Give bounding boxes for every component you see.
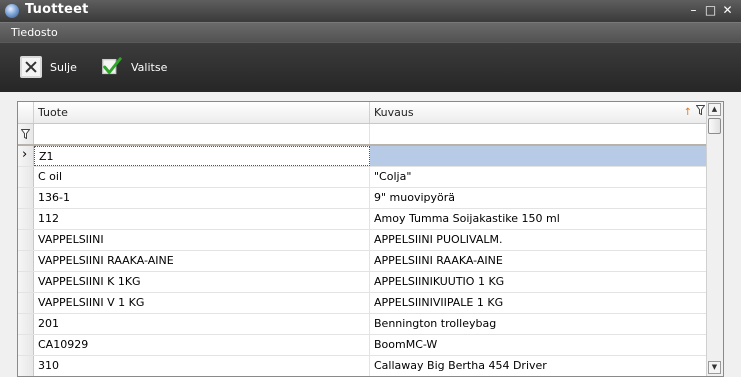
filter-cell-product[interactable]: [34, 124, 370, 144]
title-bar: Tuotteet – □ ✕: [0, 0, 741, 22]
cell-description[interactable]: APPELSIINIVIIPALE 1 KG: [370, 293, 707, 313]
row-selector[interactable]: [18, 230, 34, 250]
maximize-icon[interactable]: □: [703, 3, 718, 18]
current-row-indicator-icon: ›: [22, 147, 28, 162]
row-selector[interactable]: [18, 356, 34, 376]
minimize-icon[interactable]: –: [686, 3, 701, 18]
row-selector[interactable]: [18, 209, 34, 229]
table-row[interactable]: C oil "Colja": [18, 167, 707, 188]
filter-cell-description[interactable]: [370, 124, 707, 144]
table-row[interactable]: CA10929 BoomMC-W: [18, 335, 707, 356]
cell-description[interactable]: APPELSIINI RAAKA-AINE: [370, 251, 707, 271]
table-row[interactable]: VAPPELSIINI RAAKA-AINE APPELSIINI RAAKA-…: [18, 251, 707, 272]
scroll-up-icon[interactable]: ▲: [708, 103, 721, 116]
select-button[interactable]: Valitse: [101, 53, 167, 81]
cell-description[interactable]: Amoy Tumma Soijakastike 150 ml: [370, 209, 707, 229]
table-row[interactable]: 310 Callaway Big Bertha 454 Driver: [18, 356, 707, 376]
column-header-description[interactable]: Kuvaus ↑: [370, 102, 707, 123]
cell-description[interactable]: Callaway Big Bertha 454 Driver: [370, 356, 707, 376]
vertical-scrollbar[interactable]: ▲ ▼: [706, 102, 723, 376]
cell-product[interactable]: VAPPELSIINI V 1 KG: [34, 293, 370, 313]
select-button-label: Valitse: [131, 60, 168, 74]
cell-description[interactable]: Bennington trolleybag: [370, 314, 707, 334]
table-row[interactable]: 112 Amoy Tumma Soijakastike 150 ml: [18, 209, 707, 230]
row-selector[interactable]: ›: [18, 146, 34, 166]
row-selector[interactable]: [18, 314, 34, 334]
cell-description[interactable]: APPELSIINIKUUTIO 1 KG: [370, 272, 707, 292]
grid-header: Tuote Kuvaus ↑: [18, 102, 707, 124]
content-area: Tuote Kuvaus ↑ › Z1 C oil "Colja" 136-1 …: [0, 92, 741, 377]
products-grid: Tuote Kuvaus ↑ › Z1 C oil "Colja" 136-1 …: [17, 101, 724, 377]
row-selector[interactable]: [18, 188, 34, 208]
filter-icon: [21, 129, 30, 139]
cell-product[interactable]: 112: [34, 209, 370, 229]
filter-row-selector: [18, 124, 34, 144]
window-title: Tuotteet: [25, 2, 89, 17]
row-selector[interactable]: [18, 335, 34, 355]
row-selector[interactable]: [18, 293, 34, 313]
filter-row[interactable]: [18, 124, 707, 146]
table-row[interactable]: VAPPELSIINI V 1 KG APPELSIINIVIIPALE 1 K…: [18, 293, 707, 314]
cell-product[interactable]: C oil: [34, 167, 370, 187]
cell-product[interactable]: VAPPELSIINI RAAKA-AINE: [34, 251, 370, 271]
table-row[interactable]: 136-1 9" muovipyörä: [18, 188, 707, 209]
cell-description[interactable]: "Colja": [370, 167, 707, 187]
close-x-icon: [20, 56, 42, 78]
table-row[interactable]: › Z1: [18, 146, 707, 167]
cell-description[interactable]: 9" muovipyörä: [370, 188, 707, 208]
cell-product[interactable]: 136-1: [34, 188, 370, 208]
header-corner: [18, 102, 34, 123]
table-row[interactable]: VAPPELSIINI APPELSIINI PUOLIVALM.: [18, 230, 707, 251]
cell-product[interactable]: CA10929: [34, 335, 370, 355]
column-header-product[interactable]: Tuote: [34, 102, 370, 123]
scroll-down-icon[interactable]: ▼: [708, 361, 721, 374]
app-globe-icon: [5, 4, 19, 18]
row-selector[interactable]: [18, 251, 34, 271]
menu-item-file[interactable]: Tiedosto: [11, 26, 58, 39]
checkmark-icon: [102, 57, 122, 75]
column-filter-icon[interactable]: [696, 105, 705, 115]
cell-description[interactable]: [370, 146, 707, 166]
close-button[interactable]: Sulje: [20, 53, 77, 81]
cell-description[interactable]: BoomMC-W: [370, 335, 707, 355]
cell-product[interactable]: Z1: [34, 146, 370, 166]
cell-product[interactable]: 310: [34, 356, 370, 376]
sort-ascending-icon: ↑: [683, 107, 692, 118]
column-header-description-label: Kuvaus: [374, 106, 414, 119]
scroll-thumb[interactable]: [708, 118, 721, 134]
table-row[interactable]: 201 Bennington trolleybag: [18, 314, 707, 335]
menu-bar: Tiedosto: [0, 22, 741, 42]
cell-product[interactable]: VAPPELSIINI: [34, 230, 370, 250]
row-selector[interactable]: [18, 167, 34, 187]
close-button-label: Sulje: [50, 60, 77, 74]
toolbar: Sulje Valitse: [0, 42, 741, 92]
table-row[interactable]: VAPPELSIINI K 1KG APPELSIINIKUUTIO 1 KG: [18, 272, 707, 293]
row-selector[interactable]: [18, 272, 34, 292]
cell-product[interactable]: 201: [34, 314, 370, 334]
cell-description[interactable]: APPELSIINI PUOLIVALM.: [370, 230, 707, 250]
cell-product[interactable]: VAPPELSIINI K 1KG: [34, 272, 370, 292]
close-window-icon[interactable]: ✕: [720, 3, 735, 18]
